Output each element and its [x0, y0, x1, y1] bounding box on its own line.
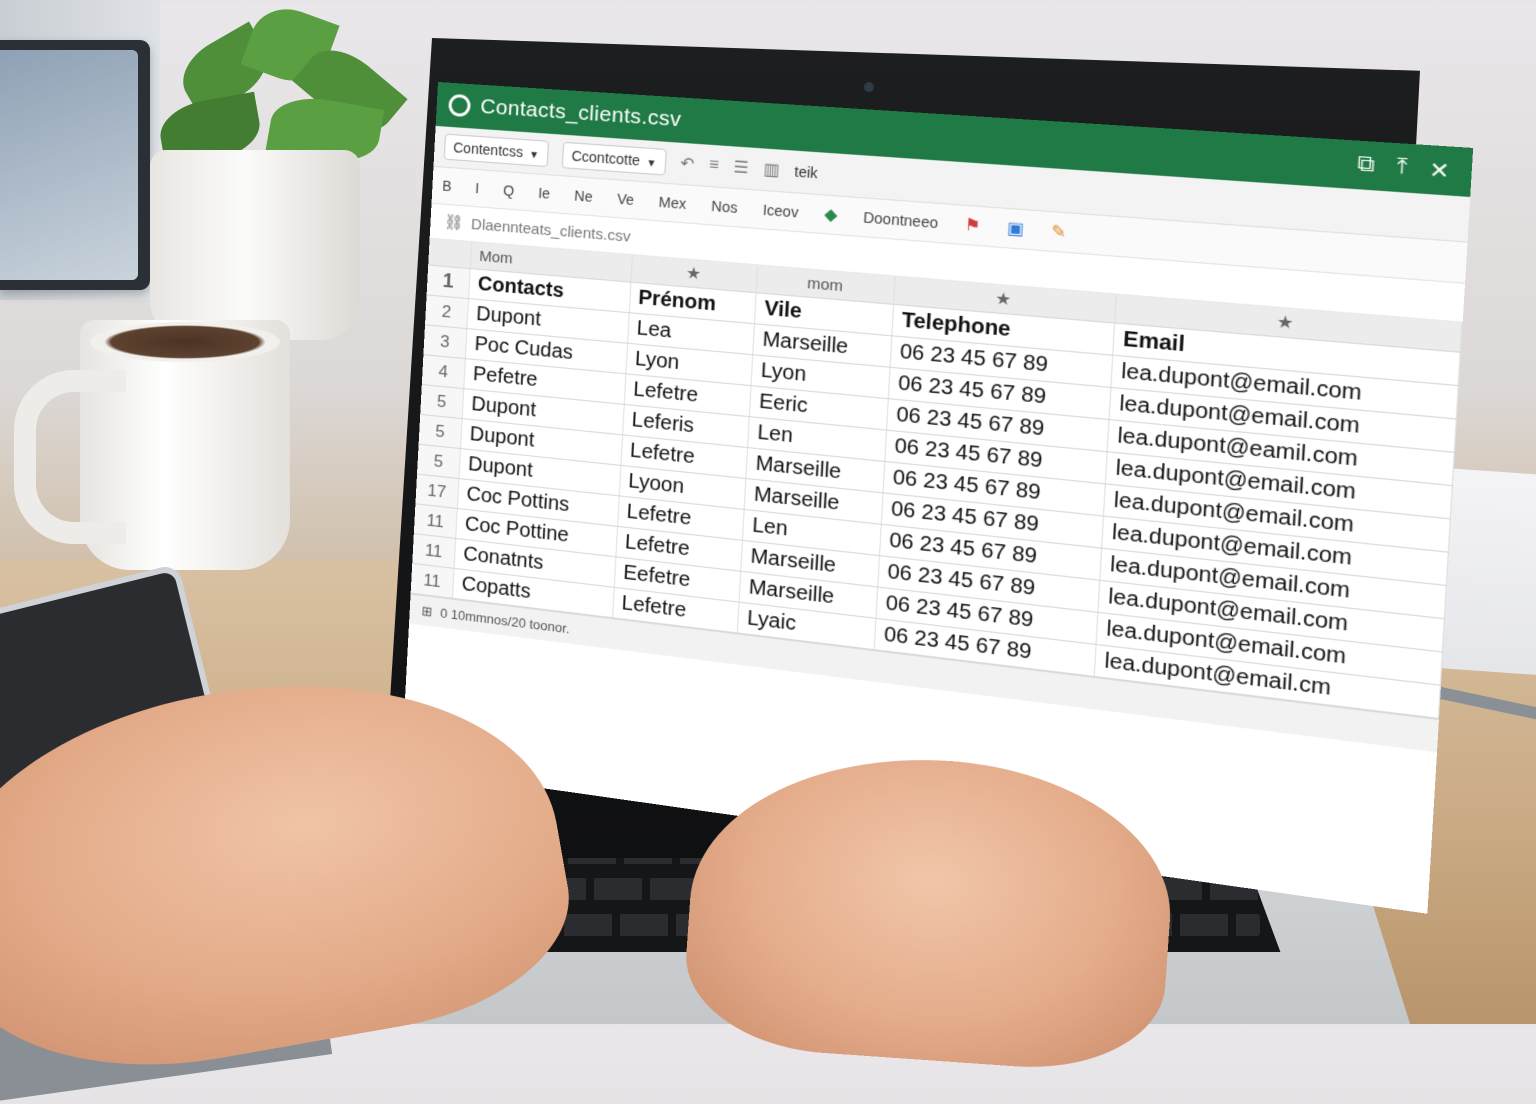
format-button-ie[interactable]: Ie: [538, 185, 551, 202]
undo-icon[interactable]: ↶: [680, 153, 695, 175]
webcam: [864, 82, 874, 92]
row-number[interactable]: 5: [418, 414, 463, 449]
star-icon: ★: [685, 264, 702, 284]
row-number[interactable]: 4: [421, 354, 466, 389]
pencil-icon[interactable]: ✎: [1051, 221, 1067, 243]
link-icon: ⛓: [443, 213, 464, 233]
file-dropdown-label: Contentcss: [452, 139, 524, 161]
format-button-iceov[interactable]: Iceov: [762, 201, 799, 220]
plant-pot: [150, 150, 360, 340]
chevron-down-icon: ▼: [645, 157, 657, 170]
restore-icon[interactable]: ⧉: [1357, 151, 1376, 180]
align-icon[interactable]: ≡: [708, 156, 720, 175]
row-number[interactable]: 11: [412, 533, 456, 569]
view-dropdown[interactable]: Ccontcotte ▼: [561, 141, 667, 176]
colored-label[interactable]: Doontneeo: [863, 209, 939, 231]
window-title: Contacts_clients.csv: [479, 94, 683, 132]
list-icon[interactable]: ☰: [733, 157, 749, 179]
row-number[interactable]: 3: [423, 324, 467, 359]
chevron-down-icon: ▼: [528, 149, 540, 162]
star-icon: ★: [1276, 313, 1295, 334]
status-text: 0 10mmnos/20 toonor.: [439, 605, 571, 637]
spreadsheet-grid: Mom ★ mom ★ ★ 1 Contacts Prénom Vile Telepho…: [409, 238, 1463, 753]
file-path: Dlaennteats_clients.csv: [470, 215, 631, 246]
format-button-ne[interactable]: Ne: [574, 187, 593, 205]
paint-icon[interactable]: ◆: [824, 204, 838, 226]
corner-cell[interactable]: [428, 238, 472, 269]
image-icon[interactable]: ▣: [1007, 217, 1025, 240]
row-number[interactable]: 2: [425, 294, 469, 329]
chart-icon[interactable]: ▥: [763, 159, 780, 181]
window-controls: ⧉ ⤒ ✕: [1357, 151, 1451, 185]
row-number[interactable]: 5: [420, 384, 464, 419]
file-dropdown[interactable]: Contentcss ▼: [443, 133, 549, 168]
flag-icon[interactable]: ⚑: [964, 214, 981, 236]
view-dropdown-label: Ccontcotte: [571, 147, 641, 169]
pin-icon[interactable]: ⤒: [1396, 154, 1408, 182]
format-button-nos[interactable]: Nos: [711, 198, 738, 216]
row-number[interactable]: 5: [417, 444, 461, 479]
bold-button[interactable]: B: [442, 178, 452, 195]
query-button[interactable]: Q: [503, 182, 515, 199]
search-icon: [448, 93, 472, 118]
row-number[interactable]: 1: [426, 265, 471, 299]
row-number[interactable]: 11: [413, 503, 458, 539]
row-number[interactable]: 17: [415, 473, 459, 509]
star-icon: ★: [994, 290, 1012, 310]
edit-button[interactable]: teik: [794, 163, 818, 181]
italic-button[interactable]: I: [475, 180, 480, 196]
sheet-icon: ⊞: [421, 602, 433, 619]
close-icon[interactable]: ✕: [1428, 156, 1450, 185]
format-button-mex[interactable]: Mex: [658, 194, 686, 212]
coffee-surface: [90, 322, 280, 362]
mug-handle: [14, 370, 126, 544]
format-button-ve[interactable]: Ve: [617, 191, 635, 209]
